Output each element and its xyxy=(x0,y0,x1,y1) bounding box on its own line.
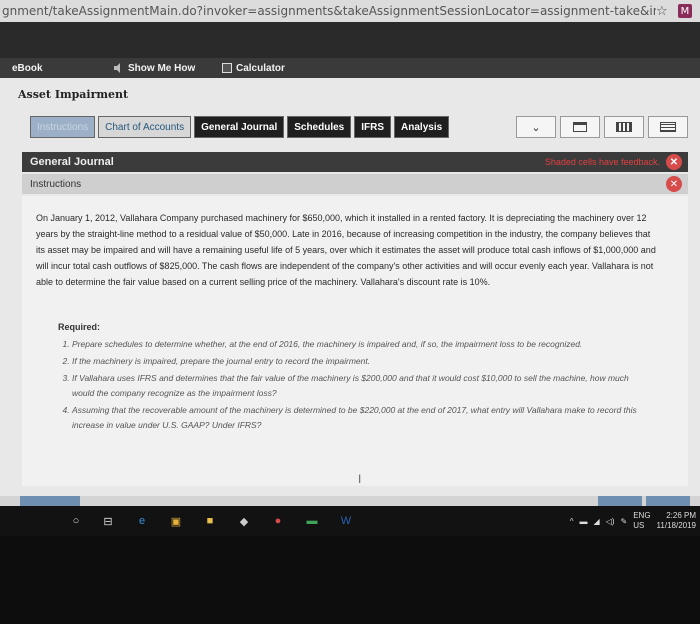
system-tray: ^ ▬ ◢ ◁) ✎ ENG US 2:26 PM 11/18/2019 xyxy=(570,508,696,534)
page-title: Asset Impairment xyxy=(18,88,129,101)
screen-bezel xyxy=(0,536,700,624)
required-item: Prepare schedules to determine whether, … xyxy=(72,337,638,352)
cortana-icon[interactable]: ○ xyxy=(68,513,84,529)
clock[interactable]: 2:26 PM 11/18/2019 xyxy=(657,511,696,531)
instructions-bar: Instructions ✕ xyxy=(22,174,688,194)
instructions-label: Instructions xyxy=(30,178,82,190)
tray-expand-icon[interactable]: ^ xyxy=(570,517,574,526)
tab-general-journal[interactable]: General Journal xyxy=(194,116,285,138)
panel-header: General Journal Shaded cells have feedba… xyxy=(22,152,688,172)
window-icon xyxy=(573,122,587,132)
dropdown-button[interactable]: ⌄ xyxy=(516,116,556,138)
ebook-button[interactable]: eBook xyxy=(12,63,43,74)
extension-icon[interactable]: M xyxy=(678,4,692,18)
pen-icon[interactable]: ✎ xyxy=(621,517,628,526)
required-section: Required: Prepare schedules to determine… xyxy=(58,320,638,435)
grid-icon xyxy=(616,122,632,132)
show-me-how-label: Show Me How xyxy=(128,62,196,74)
battery-icon[interactable]: ▬ xyxy=(580,517,588,526)
previous-button[interactable] xyxy=(598,496,642,506)
url-text[interactable]: gnment/takeAssignmentMain.do?invoker=ass… xyxy=(0,4,656,18)
speaker-icon xyxy=(114,63,124,73)
required-item: If the machinery is impaired, prepare th… xyxy=(72,354,638,369)
list-icon xyxy=(660,122,676,132)
wifi-icon[interactable]: ◢ xyxy=(594,517,600,526)
tab-instructions[interactable]: Instructions xyxy=(30,116,96,138)
calculator-icon xyxy=(222,63,232,73)
feedback-notice: Shaded cells have feedback. xyxy=(544,157,660,167)
store-icon[interactable]: ▣ xyxy=(168,513,184,529)
chrome-icon[interactable]: ● xyxy=(270,513,286,529)
problem-paragraph: On January 1, 2012, Vallahara Company pu… xyxy=(36,213,656,287)
required-item: If Vallahara uses IFRS and determines th… xyxy=(72,371,638,401)
calculator-button[interactable]: Calculator xyxy=(222,63,285,74)
grid-view-button[interactable] xyxy=(604,116,644,138)
word-icon[interactable]: W xyxy=(338,513,354,529)
folder-icon[interactable]: ■ xyxy=(202,513,218,529)
show-me-how-button[interactable]: Show Me How xyxy=(114,63,195,74)
tab-chart-of-accounts[interactable]: Chart of Accounts xyxy=(98,116,192,138)
task-view-icon[interactable]: ⊟ xyxy=(100,513,116,529)
ebook-label: eBook xyxy=(12,62,43,74)
next-button[interactable] xyxy=(646,496,690,506)
windows-taskbar: ○ ⊟ e ▣ ■ ◆ ● ▬ W ^ ▬ ◢ ◁) ✎ ENG US 2:26… xyxy=(0,506,700,536)
tab-analysis[interactable]: Analysis xyxy=(394,116,450,138)
instructions-content: On January 1, 2012, Vallahara Company pu… xyxy=(22,196,688,486)
lang-top: ENG xyxy=(633,511,651,520)
feedback-close-icon[interactable]: ✕ xyxy=(666,154,682,170)
language-indicator[interactable]: ENG US xyxy=(633,511,650,531)
clock-time: 2:26 PM xyxy=(666,511,696,520)
volume-icon[interactable]: ◁) xyxy=(606,517,615,526)
close-instructions-icon[interactable]: ✕ xyxy=(666,176,682,192)
app-icon[interactable]: ◆ xyxy=(236,513,252,529)
photos-icon[interactable]: ▬ xyxy=(304,513,320,529)
check-my-work-button[interactable] xyxy=(20,496,80,506)
tab-ifrs[interactable]: IFRS xyxy=(354,116,392,138)
edge-icon[interactable]: e xyxy=(134,513,150,529)
navigation-strip xyxy=(0,496,700,506)
tab-bar: Instructions Chart of Accounts General J… xyxy=(30,116,450,138)
browser-chrome-band xyxy=(0,22,700,58)
bookmark-star-icon[interactable]: ☆ xyxy=(656,4,674,19)
lang-bottom: US xyxy=(633,521,645,530)
window-view-button[interactable] xyxy=(560,116,600,138)
view-tools: ⌄ xyxy=(516,116,688,138)
required-item: Assuming that the recoverable amount of … xyxy=(72,403,638,433)
text-cursor-icon: I xyxy=(358,472,362,486)
browser-address-bar[interactable]: gnment/takeAssignmentMain.do?invoker=ass… xyxy=(0,0,700,22)
clock-date: 11/18/2019 xyxy=(656,521,696,530)
calculator-label: Calculator xyxy=(236,62,285,74)
list-view-button[interactable] xyxy=(648,116,688,138)
panel-title: General Journal xyxy=(30,156,114,168)
required-label: Required: xyxy=(58,322,101,332)
assignment-page: Asset Impairment Instructions Chart of A… xyxy=(0,78,700,496)
tab-schedules[interactable]: Schedules xyxy=(287,116,352,138)
assignment-toolbar: eBook Show Me How Calculator xyxy=(0,58,700,78)
required-list: Prepare schedules to determine whether, … xyxy=(58,337,638,433)
chevron-down-icon: ⌄ xyxy=(531,121,541,134)
